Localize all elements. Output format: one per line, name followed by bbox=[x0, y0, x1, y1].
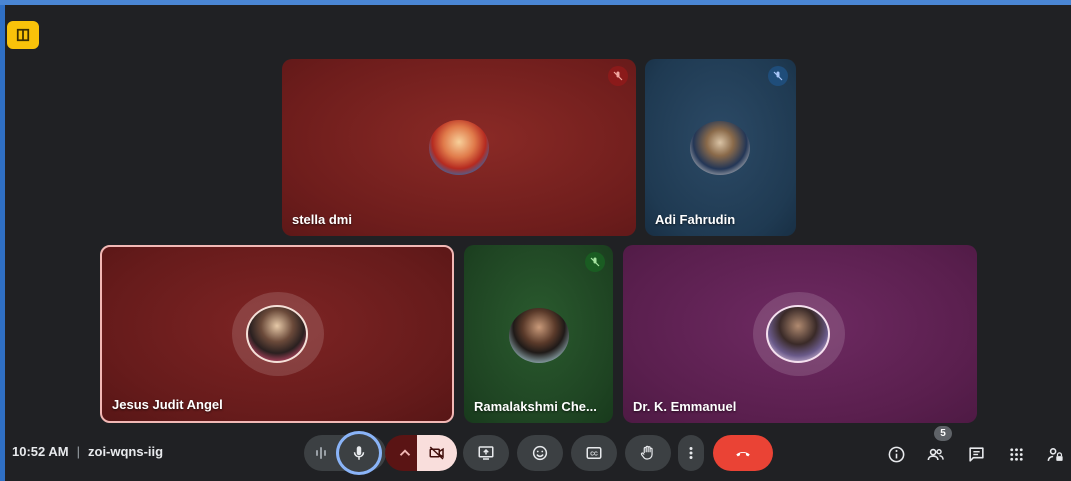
participant-count: 5 bbox=[940, 428, 946, 439]
mic-icon bbox=[353, 446, 365, 460]
audio-level-icon bbox=[316, 445, 330, 461]
captions-button[interactable]: CC bbox=[571, 435, 617, 471]
participant-tile-emmanuel[interactable]: Dr. K. Emmanuel bbox=[623, 245, 977, 423]
participant-name: Ramalakshmi Che... bbox=[474, 399, 597, 414]
meeting-stage: stella dmi Adi Fahrudin Jesus Judit Ange… bbox=[5, 5, 1071, 481]
avatar bbox=[509, 308, 569, 363]
participant-tile-ramalakshmi[interactable]: Ramalakshmi Che... bbox=[464, 245, 613, 423]
participant-name: Dr. K. Emmanuel bbox=[633, 399, 737, 414]
apps-grid-icon bbox=[1009, 447, 1023, 461]
chat-icon bbox=[968, 446, 984, 462]
participant-tile-stella[interactable]: stella dmi bbox=[282, 59, 636, 236]
layout-badge-icon[interactable] bbox=[7, 21, 39, 49]
participant-name: stella dmi bbox=[292, 212, 352, 227]
chevron-up-icon bbox=[399, 449, 411, 456]
meeting-details-button[interactable] bbox=[884, 442, 908, 466]
separator: | bbox=[76, 444, 80, 459]
avatar bbox=[766, 305, 830, 363]
hand-icon bbox=[640, 445, 653, 460]
participant-name: Adi Fahrudin bbox=[655, 212, 736, 227]
avatar bbox=[246, 305, 308, 363]
camera-button[interactable] bbox=[417, 435, 457, 471]
meeting-code: zoi-wqns-iig bbox=[88, 444, 164, 459]
camera-off-icon bbox=[429, 446, 444, 460]
participant-tile-adi[interactable]: Adi Fahrudin bbox=[645, 59, 796, 236]
info-icon bbox=[888, 446, 904, 462]
raise-hand-button[interactable] bbox=[625, 435, 671, 471]
clock-time: 10:52 AM bbox=[12, 444, 69, 459]
people-icon bbox=[927, 448, 944, 460]
present-button[interactable] bbox=[463, 435, 509, 471]
chat-button[interactable] bbox=[964, 442, 988, 466]
more-options-button[interactable] bbox=[678, 435, 704, 471]
lock-person-icon bbox=[1047, 447, 1063, 461]
present-icon bbox=[478, 446, 494, 460]
mic-button[interactable] bbox=[336, 431, 382, 475]
emoji-icon bbox=[532, 445, 548, 461]
avatar bbox=[429, 120, 489, 175]
reactions-button[interactable] bbox=[517, 435, 563, 471]
host-controls-button[interactable] bbox=[1043, 442, 1067, 466]
more-vert-icon bbox=[689, 447, 693, 459]
muted-mic-icon bbox=[608, 66, 628, 86]
activities-button[interactable] bbox=[1004, 442, 1028, 466]
svg-text:CC: CC bbox=[590, 452, 598, 458]
people-button[interactable] bbox=[923, 442, 947, 466]
end-call-icon bbox=[736, 451, 750, 457]
avatar bbox=[690, 121, 750, 175]
muted-mic-icon bbox=[585, 252, 605, 272]
leave-call-button[interactable] bbox=[713, 435, 773, 471]
captions-icon: CC bbox=[586, 447, 602, 459]
participant-name: Jesus Judit Angel bbox=[112, 397, 223, 412]
participant-tile-jesus-judit[interactable]: Jesus Judit Angel bbox=[100, 245, 454, 423]
meeting-info: 10:52 AM | zoi-wqns-iig bbox=[12, 444, 163, 459]
muted-mic-icon bbox=[768, 66, 788, 86]
participant-count-badge: 5 bbox=[934, 426, 952, 441]
